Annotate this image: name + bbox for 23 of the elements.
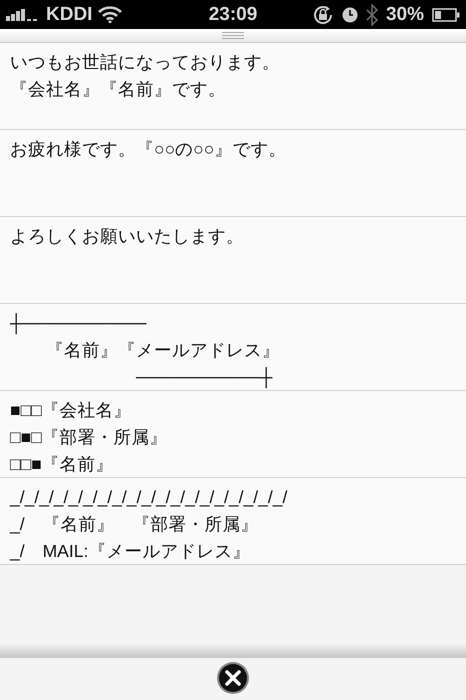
bluetooth-icon bbox=[366, 4, 378, 26]
template-text: □□■『名前』 bbox=[10, 453, 114, 476]
template-text: _/ 『名前』 『部署・所属』 bbox=[10, 513, 259, 536]
template-text: お疲れ様です。『○○の○○』です。 bbox=[10, 138, 286, 161]
template-text: ■□□『会社名』 bbox=[10, 399, 132, 422]
template-text: 『会社名』『名前』です。 bbox=[10, 78, 226, 101]
signal-icon bbox=[6, 8, 40, 20]
wifi-icon bbox=[98, 6, 122, 23]
battery-percent: 30% bbox=[386, 4, 424, 26]
carrier-name: KDDI bbox=[46, 4, 92, 26]
rotation-lock-icon bbox=[312, 4, 334, 26]
template-text: いつもお世話になっております。 bbox=[10, 51, 280, 74]
template-text: 『名前』『メールアドレス』 bbox=[45, 339, 280, 362]
template-text: よろしくお願いいたします。 bbox=[10, 225, 244, 248]
template-text: ┼────────── bbox=[10, 312, 146, 336]
drag-handle-icon[interactable] bbox=[222, 32, 244, 39]
alarm-clock-icon bbox=[342, 6, 358, 22]
template-text: □■□『部署・所属』 bbox=[10, 426, 168, 449]
clock-time: 23:09 bbox=[208, 4, 258, 26]
template-text: _/ MAIL:『メールアドレス』 bbox=[10, 540, 250, 563]
template-text: ──────────┼ bbox=[134, 366, 272, 390]
battery-icon bbox=[432, 8, 460, 22]
template-text: _/_/_/_/_/_/_/_/_/_/_/_/_/_/_/_/_/_/_/ bbox=[10, 486, 288, 509]
